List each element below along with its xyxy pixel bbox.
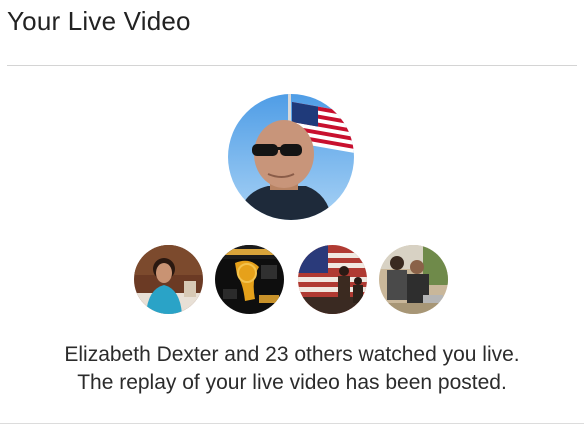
broadcaster-avatar[interactable] xyxy=(228,94,354,220)
footer-divider xyxy=(0,423,584,424)
header-divider xyxy=(7,65,577,66)
viewer-avatar-4[interactable] xyxy=(379,245,448,314)
replay-posted-text: The replay of your live video has been p… xyxy=(77,371,507,394)
live-video-notification: Your Live Video Elizabeth Dexter and 23 … xyxy=(0,0,584,425)
page-title: Your Live Video xyxy=(7,6,191,36)
viewer-avatar-1[interactable] xyxy=(134,245,203,314)
viewer-avatar-2[interactable] xyxy=(215,245,284,314)
watched-summary-text: Elizabeth Dexter and 23 others watched y… xyxy=(64,343,520,366)
viewer-avatar-3[interactable] xyxy=(298,245,367,314)
